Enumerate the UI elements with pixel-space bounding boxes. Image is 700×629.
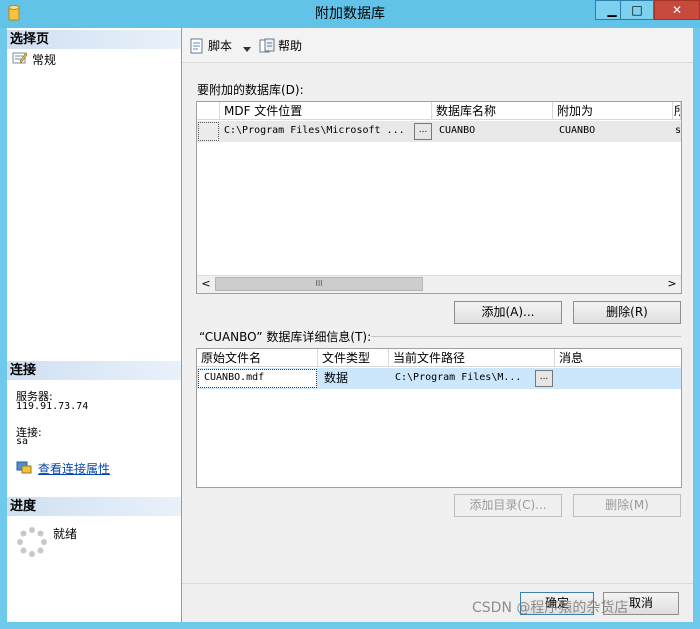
cell-attach-as[interactable]: CUANBO	[556, 121, 666, 141]
remove-file-button[interactable]: 删除(M)	[573, 494, 681, 517]
column-mdf-location[interactable]: MDF 文件位置	[220, 102, 432, 120]
browse-mdf-button[interactable]: ...	[414, 123, 432, 140]
cell-database-name[interactable]: CUANBO	[436, 121, 546, 141]
divider	[371, 336, 681, 337]
column-attach-as[interactable]: 附加为	[553, 102, 673, 120]
column-current-path[interactable]: 当前文件路径	[389, 349, 555, 367]
column-original-filename[interactable]: 原始文件名	[197, 349, 318, 367]
cell-file-type[interactable]: 数据	[321, 368, 387, 388]
cell-current-path[interactable]: C:\Program Files\M...	[392, 368, 532, 388]
row-selector[interactable]	[198, 122, 219, 141]
select-page-header: 选择页	[7, 30, 181, 49]
remove-database-button[interactable]: 删除(R)	[573, 301, 681, 324]
maximize-button[interactable]: □	[620, 0, 654, 20]
column-database-name[interactable]: 数据库名称	[432, 102, 553, 120]
progress-status: 就绪	[53, 527, 78, 541]
footer-divider	[182, 583, 693, 584]
progress-spinner-icon	[16, 526, 48, 558]
watermark: CSDN @程序猿的杂货店	[472, 600, 629, 616]
grid-header-blank	[197, 102, 220, 120]
help-icon	[259, 38, 275, 54]
scroll-left-button[interactable]: <	[199, 277, 213, 291]
connection-properties-icon	[16, 460, 32, 474]
page-icon	[12, 51, 28, 65]
server-value: 119.91.73.74	[16, 401, 89, 412]
progress-header: 进度	[7, 497, 181, 516]
connection-header: 连接	[7, 361, 181, 380]
column-message[interactable]: 消息	[555, 349, 681, 367]
help-button[interactable]: 帮助	[278, 38, 302, 54]
add-database-button[interactable]: 添加(A)...	[454, 301, 562, 324]
cell-owner[interactable]: s	[674, 121, 682, 141]
databases-section-label: 要附加的数据库(D):	[197, 83, 304, 97]
scroll-right-button[interactable]: >	[665, 277, 679, 291]
column-owner[interactable]: 所	[673, 102, 681, 120]
cell-message	[558, 368, 678, 388]
scroll-thumb[interactable]: III	[215, 277, 423, 291]
script-button[interactable]: 脚本	[208, 38, 232, 54]
view-connection-properties-link[interactable]: 查看连接属性	[38, 460, 110, 477]
connection-value: sa	[16, 436, 29, 447]
details-section-label: “CUANBO” 数据库详细信息(T):	[199, 330, 372, 344]
add-catalog-button[interactable]: 添加目录(C)...	[454, 494, 562, 517]
close-button[interactable]: ✕	[654, 0, 700, 20]
cell-mdf-location[interactable]: C:\Program Files\Microsoft ...	[221, 121, 407, 141]
script-icon	[189, 38, 205, 54]
cell-original-filename[interactable]: CUANBO.mdf	[201, 368, 315, 388]
page-general[interactable]: 常规	[32, 51, 56, 68]
databases-grid[interactable]: MDF 文件位置 数据库名称 附加为 所 C:\Program Files\Mi…	[196, 101, 682, 294]
browse-path-button[interactable]: ...	[535, 370, 553, 387]
column-file-type[interactable]: 文件类型	[318, 349, 389, 367]
details-grid[interactable]: 原始文件名 文件类型 当前文件路径 消息 CUANBO.mdf 数据 C:\Pr…	[196, 348, 682, 488]
chevron-down-icon[interactable]	[242, 42, 252, 52]
